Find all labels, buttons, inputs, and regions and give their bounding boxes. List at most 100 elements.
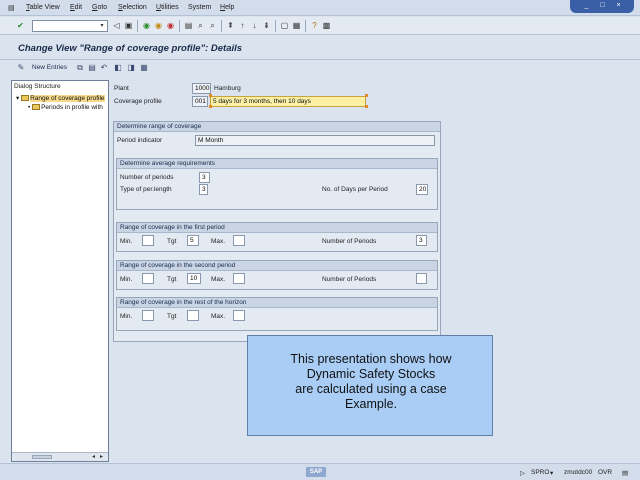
input-mode[interactable]: OVR (598, 469, 612, 476)
new-entries-button[interactable]: New Entries (32, 64, 67, 71)
rest-max-input[interactable] (233, 310, 245, 321)
second-number-of-periods-input[interactable] (416, 273, 427, 284)
cancel-icon[interactable]: ◉ (166, 21, 175, 30)
folder-icon (32, 104, 41, 110)
period-indicator-label: Period indicator (117, 137, 163, 144)
rest-min-label: Min. (120, 313, 133, 320)
plant-field: 1000 (192, 83, 211, 94)
second-max-label: Max. (211, 276, 226, 283)
application-toolbar: ✎ New Entries ⧉ ▤ ↶ ◧ ◨ ▦ (0, 61, 640, 76)
menu-table-view[interactable]: Table View (26, 4, 60, 11)
group-title: Range of coverage in the rest of the hor… (117, 298, 437, 308)
status-info-icon: ▤ (622, 470, 629, 477)
rest-of-horizon-group: Range of coverage in the rest of the hor… (116, 297, 438, 331)
history-icon[interactable]: ◁ (112, 21, 121, 30)
period-indicator-field: M Month (195, 135, 435, 146)
menu-goto[interactable]: Goto (92, 4, 107, 11)
rest-min-input[interactable] (142, 310, 154, 321)
standard-toolbar: ✔ ▾ ◁ ▣ ◉ ◉ ◉ ▤ ⌕ ⌕ ⇞ ↑ ↓ ⇟ ▢ ▦ ? ▩ (0, 17, 640, 35)
tree-expand-icon[interactable]: ▾ (16, 95, 19, 102)
menu-icon[interactable]: ▤ (8, 4, 15, 12)
rest-tgt-input[interactable] (187, 310, 199, 321)
maximize-icon[interactable]: □ (598, 2, 607, 10)
second-max-input[interactable] (233, 273, 245, 284)
group-title: Range of coverage in the first period (117, 223, 437, 233)
menu-selection[interactable]: Selection (118, 4, 147, 11)
close-icon[interactable]: × (614, 2, 623, 10)
exit-icon[interactable]: ◉ (154, 21, 163, 30)
print-icon[interactable]: ▤ (184, 21, 193, 30)
chevron-down-icon[interactable]: ▾ (98, 22, 106, 30)
new-session-icon[interactable]: ▢ (280, 21, 289, 30)
menu-edit[interactable]: Edit (70, 4, 82, 11)
transaction-code: SPRO (531, 469, 550, 476)
first-max-input[interactable] (233, 235, 245, 246)
layout-icon[interactable]: ▩ (322, 21, 331, 30)
second-tgt-input[interactable]: 10 (187, 273, 201, 284)
copy-icon[interactable]: ⧉ (76, 63, 84, 72)
second-number-of-periods-label: Number of Periods (322, 276, 377, 283)
menu-system[interactable]: System (188, 4, 211, 11)
days-per-period-input[interactable]: 20 (416, 184, 428, 195)
dialog-structure-pane: Dialog Structure ▾ Range of coverage pro… (11, 80, 109, 462)
shortcut-icon[interactable]: ▦ (292, 21, 301, 30)
undo-icon[interactable]: ↶ (100, 63, 108, 72)
status-bar: SAP ▷ SPRO ▾ zmotdc00 OVR ▤ (0, 463, 640, 480)
toolbar-divider (275, 20, 276, 32)
save-icon[interactable]: ▣ (124, 21, 133, 30)
select-all-icon[interactable]: ▦ (140, 63, 148, 72)
next-entry-icon[interactable]: ◨ (127, 63, 135, 72)
group-title: Range of coverage in the second period (117, 261, 437, 271)
last-page-icon[interactable]: ⇟ (262, 21, 271, 30)
find-next-icon[interactable]: ⌕ (208, 21, 217, 30)
back-icon[interactable]: ◉ (142, 21, 151, 30)
first-number-of-periods-label: Number of Periods (322, 238, 377, 245)
minimize-icon[interactable]: _ (582, 2, 591, 10)
chevron-down-icon[interactable]: ▾ (550, 469, 553, 477)
group-title: Determine range of coverage (114, 122, 440, 132)
type-of-period-length-input[interactable]: 3 (199, 184, 208, 195)
scroll-left-icon[interactable]: ◂ (92, 453, 95, 460)
scroll-right-icon[interactable]: ▸ (100, 453, 103, 460)
plant-name: Hamburg (214, 85, 241, 92)
folder-icon (21, 95, 30, 101)
next-page-icon[interactable]: ↓ (250, 21, 259, 30)
enter-icon[interactable]: ✔ (16, 21, 25, 30)
second-period-group: Range of coverage in the second period (116, 260, 438, 290)
play-icon[interactable]: ▷ (520, 469, 525, 477)
sap-logo: SAP (306, 467, 326, 477)
horizontal-scrollbar[interactable]: ◂ ▸ (12, 452, 108, 461)
second-tgt-label: Tgt (167, 276, 177, 283)
previous-page-icon[interactable]: ↑ (238, 21, 247, 30)
tree-item-range-of-coverage-profile[interactable]: ▾ Range of coverage profile (16, 94, 108, 102)
first-page-icon[interactable]: ⇞ (226, 21, 235, 30)
help-icon[interactable]: ? (310, 21, 319, 30)
first-max-label: Max. (211, 238, 226, 245)
callout-text: This presentation shows how Dynamic Safe… (290, 352, 452, 411)
first-tgt-input[interactable]: 5 (187, 235, 199, 246)
resize-handle (365, 94, 368, 97)
resize-handle (209, 94, 212, 97)
command-field[interactable]: ▾ (32, 20, 108, 32)
previous-entry-icon[interactable]: ◧ (114, 63, 122, 72)
first-number-of-periods-input[interactable]: 3 (416, 235, 427, 246)
tree-item-periods-in-profile[interactable]: • Periods in profile with (28, 104, 120, 111)
resize-handle (209, 105, 212, 108)
second-min-label: Min. (120, 276, 133, 283)
first-min-input[interactable] (142, 235, 154, 246)
resize-handle (365, 105, 368, 108)
find-icon[interactable]: ⌕ (196, 21, 205, 30)
second-min-input[interactable] (142, 273, 154, 284)
menu-help[interactable]: Help (220, 4, 234, 11)
tree-item-label: Range of coverage profile (30, 95, 105, 102)
pencil-icon[interactable]: ✎ (17, 63, 25, 72)
coverage-profile-label: Coverage profile (114, 98, 162, 105)
menu-utilities[interactable]: Utilities (156, 4, 179, 11)
group-title: Determine average requirements (117, 159, 437, 169)
delete-icon[interactable]: ▤ (88, 63, 96, 72)
first-min-label: Min. (120, 238, 133, 245)
coverage-profile-description-input[interactable]: 5 days for 3 months, then 10 days (210, 96, 366, 107)
scrollbar-thumb[interactable] (32, 455, 52, 459)
tree-bullet-icon: • (28, 104, 31, 111)
number-of-periods-input[interactable]: 3 (199, 172, 210, 183)
